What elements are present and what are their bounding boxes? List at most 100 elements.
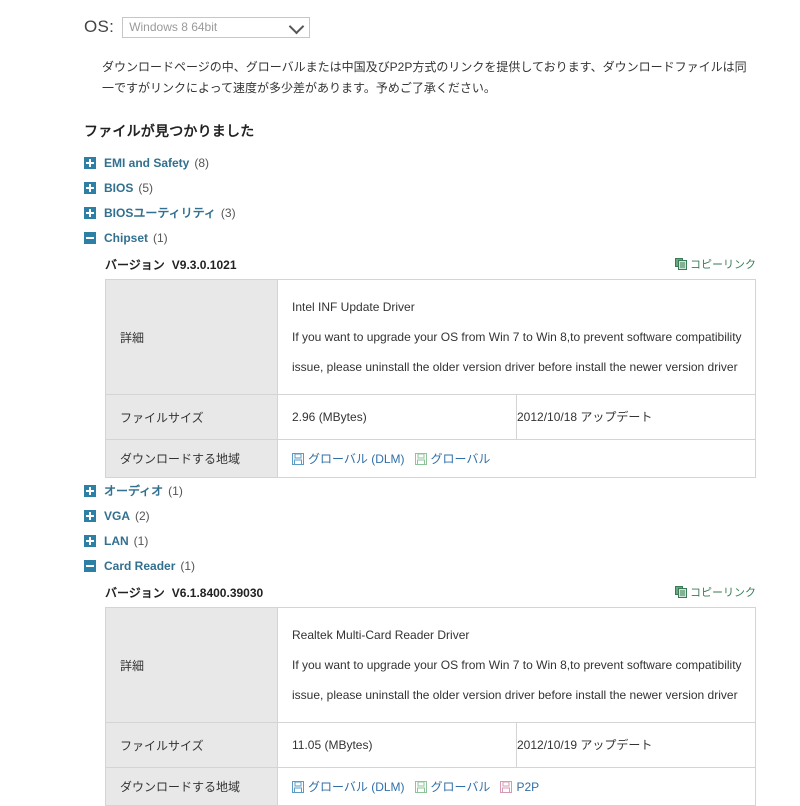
update-date-value: 2012/10/18 アップデート bbox=[516, 394, 756, 440]
table-row-download-region: ダウンロードする地域 グローバル (DLM) bbox=[105, 439, 756, 478]
version-row: バージョン V9.3.0.1021 コピーリンク bbox=[105, 253, 756, 275]
category-item-emi-and-safety[interactable]: EMI and Safety (8) bbox=[84, 150, 756, 175]
category-item-audio[interactable]: オーディオ (1) bbox=[84, 478, 756, 503]
page-content: OS: Windows 8 64bit ダウンロードページの中、グローバルまたは… bbox=[84, 14, 756, 806]
expand-plus-icon[interactable] bbox=[84, 484, 96, 497]
download-link-global-dlm[interactable]: グローバル (DLM) bbox=[292, 450, 405, 467]
copy-icon bbox=[675, 586, 687, 598]
download-region-label: ダウンロードする地域 bbox=[105, 439, 278, 478]
category-item-lan[interactable]: LAN (1) bbox=[84, 528, 756, 553]
category-count: (1) bbox=[168, 483, 183, 498]
driver-detail-table: 詳細 Realtek Multi-Card Reader Driver If y… bbox=[105, 607, 756, 806]
version-number: V9.3.0.1021 bbox=[171, 257, 237, 272]
category-count: (1) bbox=[180, 558, 196, 573]
collapse-minus-icon[interactable] bbox=[84, 559, 96, 572]
download-notice-text: ダウンロードページの中、グローバルまたは中国及びP2P方式のリンクを提供しており… bbox=[102, 60, 747, 95]
expand-plus-icon[interactable] bbox=[84, 206, 96, 219]
detail-value: Realtek Multi-Card Reader Driver If you … bbox=[277, 607, 756, 723]
copy-link-label: コピーリンク bbox=[690, 259, 756, 271]
category-count: (5) bbox=[138, 180, 154, 195]
category-label: LAN bbox=[104, 533, 129, 548]
table-row-file-size: ファイルサイズ 11.05 (MBytes) 2012/10/19 アップデート bbox=[105, 722, 756, 768]
download-link-p2p[interactable]: P2P bbox=[500, 780, 539, 794]
copy-link-button[interactable]: コピーリンク bbox=[675, 584, 756, 600]
file-size-value: 11.05 (MBytes) bbox=[277, 722, 517, 768]
update-date: 2012/10/19 bbox=[517, 738, 578, 752]
version-row: バージョン V6.1.8400.39030 コピーリンク bbox=[105, 581, 756, 603]
detail-value: Intel INF Update Driver If you want to u… bbox=[277, 279, 756, 395]
driver-desc-line-3: issue, please uninstall the older versio… bbox=[292, 688, 738, 702]
floppy-disk-icon bbox=[292, 780, 304, 793]
driver-title: Realtek Multi-Card Reader Driver bbox=[292, 628, 470, 642]
driver-block-chipset: バージョン V9.3.0.1021 コピーリンク 詳細 Intel INF Up… bbox=[105, 253, 756, 478]
category-count: (8) bbox=[194, 155, 210, 170]
floppy-disk-icon bbox=[414, 452, 427, 465]
os-label: OS: bbox=[84, 17, 115, 36]
download-links: グローバル (DLM) グローバル bbox=[292, 450, 755, 467]
category-label: Chipset bbox=[104, 230, 149, 245]
update-suffix: アップデート bbox=[580, 738, 653, 752]
os-selector-row: OS: Windows 8 64bit bbox=[84, 14, 756, 40]
page-title: ファイルが見つかりました bbox=[84, 123, 255, 139]
copy-link-button[interactable]: コピーリンク bbox=[675, 256, 756, 272]
table-row-download-region: ダウンロードする地域 グローバル (DLM) bbox=[105, 767, 756, 806]
download-link-global[interactable]: グローバル bbox=[414, 450, 491, 467]
category-item-bios[interactable]: BIOS (5) bbox=[84, 175, 756, 200]
version-text: バージョン V9.3.0.1021 bbox=[105, 256, 237, 273]
expand-plus-icon[interactable] bbox=[84, 181, 96, 194]
update-suffix: アップデート bbox=[580, 410, 653, 424]
download-link-global-dlm[interactable]: グローバル (DLM) bbox=[292, 778, 405, 795]
table-row-detail: 詳細 Intel INF Update Driver If you want t… bbox=[105, 279, 756, 395]
category-label: BIOSユーティリティ bbox=[104, 206, 216, 220]
detail-label: 詳細 bbox=[105, 279, 278, 395]
download-link-label: グローバル bbox=[430, 780, 491, 794]
version-number: V6.1.8400.39030 bbox=[171, 585, 264, 600]
collapse-minus-icon[interactable] bbox=[84, 231, 96, 244]
version-label: バージョン bbox=[105, 585, 165, 600]
driver-desc-line-2: If you want to upgrade your OS from Win … bbox=[292, 330, 742, 344]
chevron-down-icon bbox=[288, 18, 305, 35]
category-list: EMI and Safety (8) BIOS (5) BIOSユーティリティ … bbox=[84, 150, 756, 806]
category-count: (3) bbox=[220, 205, 236, 220]
driver-detail-table: 詳細 Intel INF Update Driver If you want t… bbox=[105, 279, 756, 478]
table-row-file-size: ファイルサイズ 2.96 (MBytes) 2012/10/18 アップデート bbox=[105, 394, 756, 440]
floppy-disk-icon bbox=[292, 452, 304, 465]
download-region-value: グローバル (DLM) グローバル bbox=[277, 767, 756, 806]
category-item-card-reader[interactable]: Card Reader (1) bbox=[84, 553, 756, 578]
category-item-bios-utility[interactable]: BIOSユーティリティ (3) bbox=[84, 200, 756, 225]
download-links: グローバル (DLM) グローバル bbox=[292, 778, 755, 795]
download-link-label: P2P bbox=[516, 779, 540, 794]
version-text: バージョン V6.1.8400.39030 bbox=[105, 584, 263, 601]
copy-icon bbox=[675, 258, 687, 270]
category-label: Card Reader bbox=[104, 558, 176, 573]
table-row-detail: 詳細 Realtek Multi-Card Reader Driver If y… bbox=[105, 607, 756, 723]
file-size-label: ファイルサイズ bbox=[105, 722, 278, 768]
download-link-label: グローバル (DLM) bbox=[308, 780, 405, 794]
detail-label: 詳細 bbox=[105, 607, 278, 723]
expand-plus-icon[interactable] bbox=[84, 156, 96, 169]
driver-desc-line-3: issue, please uninstall the older versio… bbox=[292, 360, 738, 374]
download-link-global[interactable]: グローバル bbox=[414, 778, 491, 795]
update-date-value: 2012/10/19 アップデート bbox=[516, 722, 756, 768]
update-date: 2012/10/18 bbox=[517, 410, 578, 424]
file-size-label: ファイルサイズ bbox=[105, 394, 278, 440]
download-link-label: グローバル (DLM) bbox=[308, 452, 405, 466]
category-label: VGA bbox=[104, 508, 131, 523]
category-item-vga[interactable]: VGA (2) bbox=[84, 503, 756, 528]
category-label: BIOS bbox=[104, 180, 134, 195]
category-label: オーディオ bbox=[104, 484, 164, 498]
download-link-label: グローバル bbox=[430, 452, 491, 466]
os-select[interactable]: Windows 8 64bit bbox=[122, 16, 311, 38]
floppy-disk-icon bbox=[414, 780, 427, 793]
category-count: (1) bbox=[153, 230, 168, 245]
os-select-value: Windows 8 64bit bbox=[129, 20, 218, 34]
expand-plus-icon[interactable] bbox=[84, 509, 96, 522]
category-count: (1) bbox=[133, 533, 149, 548]
driver-block-card-reader: バージョン V6.1.8400.39030 コピーリンク 詳細 Realtek … bbox=[105, 581, 756, 806]
version-label: バージョン bbox=[105, 257, 165, 272]
download-region-label: ダウンロードする地域 bbox=[105, 767, 278, 806]
driver-title: Intel INF Update Driver bbox=[292, 300, 415, 314]
category-item-chipset[interactable]: Chipset (1) bbox=[84, 225, 756, 250]
file-size-value: 2.96 (MBytes) bbox=[277, 394, 517, 440]
expand-plus-icon[interactable] bbox=[84, 534, 96, 547]
